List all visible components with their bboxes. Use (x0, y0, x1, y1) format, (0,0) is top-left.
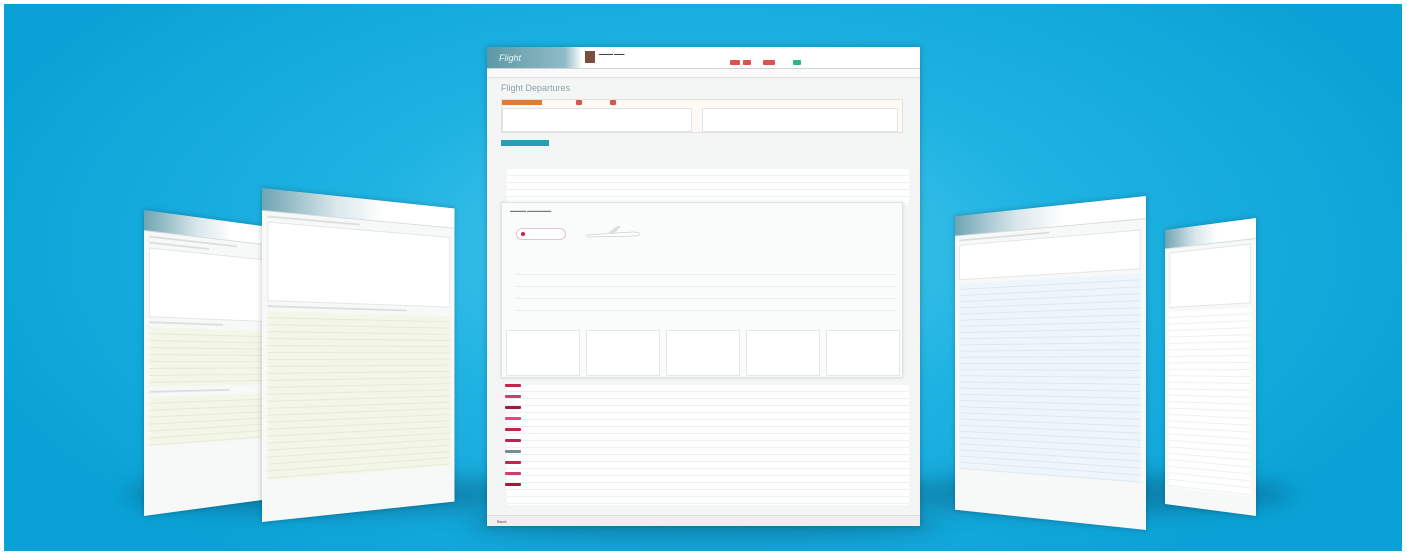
window-flight-departures: Flight ▬▬▬▬ ▬▬▬ Flight Departures ▬▬▬▬ ▬… (487, 47, 920, 526)
alert-badge[interactable] (763, 60, 775, 65)
filter-tab[interactable] (502, 100, 542, 105)
window-right (954, 196, 1146, 530)
flights-toolbar (501, 139, 903, 147)
text-line (267, 305, 407, 312)
text-line (149, 389, 230, 394)
filter-count-badge (576, 100, 582, 105)
text-line (149, 321, 223, 327)
detail-card (506, 330, 580, 376)
aircraft-icon (586, 226, 641, 238)
app-logo: Flight (499, 53, 522, 63)
filter-count-badge (610, 100, 616, 105)
airline-logo (516, 228, 566, 240)
data-rows (149, 393, 280, 448)
filter-fields-left[interactable] (502, 108, 692, 132)
data-table (959, 273, 1141, 483)
window-header (262, 188, 455, 229)
airline-logo-small (505, 472, 521, 475)
filter-section (1169, 243, 1251, 308)
flights-table-bottom (507, 385, 909, 505)
airline-logo-small (505, 395, 521, 398)
status-badge[interactable] (793, 60, 801, 65)
filter-panel (501, 99, 903, 133)
filter-fields-right[interactable] (702, 108, 898, 132)
flights-tab[interactable] (501, 140, 549, 146)
detail-card (746, 330, 820, 376)
window-left (262, 188, 455, 522)
app-topbar: Flight ▬▬▬▬ ▬▬▬ (487, 47, 920, 69)
airline-logo-column (501, 381, 529, 501)
airline-logo-small (505, 483, 521, 486)
airline-logo-small (505, 417, 521, 420)
airline-logo-small (505, 461, 521, 464)
detail-title: ▬▬▬▬ ▬▬▬▬▬▬ (510, 208, 552, 213)
page-title: Flight Departures (501, 83, 571, 93)
window-footer: Back (487, 515, 920, 526)
detail-cards (506, 330, 900, 376)
airline-logo-small (505, 439, 521, 442)
detail-card (826, 330, 900, 376)
form-section (149, 247, 280, 323)
detail-card (586, 330, 660, 376)
avatar (585, 51, 595, 63)
detail-fields (516, 263, 896, 318)
data-table (267, 311, 451, 481)
data-table (1169, 307, 1251, 497)
back-button[interactable]: Back (497, 519, 507, 524)
airline-logo-small (505, 428, 521, 431)
flights-table-top (507, 169, 909, 205)
window-far-right (1165, 218, 1256, 516)
window-header (954, 196, 1146, 237)
airline-logo-small (505, 406, 521, 409)
flight-detail-panel: ▬▬▬▬ ▬▬▬▬▬▬ (501, 202, 903, 378)
promo-background: Flight ▬▬▬▬ ▬▬▬ Flight Departures ▬▬▬▬ ▬… (4, 4, 1402, 551)
alert-badge[interactable] (730, 60, 740, 65)
main-menu[interactable] (487, 69, 920, 78)
filter-section (267, 221, 451, 308)
data-rows (149, 327, 280, 388)
user-profile[interactable]: ▬▬▬▬ ▬▬▬ (585, 51, 645, 65)
detail-card (666, 330, 740, 376)
alert-badge[interactable] (743, 60, 751, 65)
user-name: ▬▬▬▬ ▬▬▬ (599, 52, 625, 56)
airline-logo-small (505, 384, 521, 387)
airline-logo-small (505, 450, 521, 453)
